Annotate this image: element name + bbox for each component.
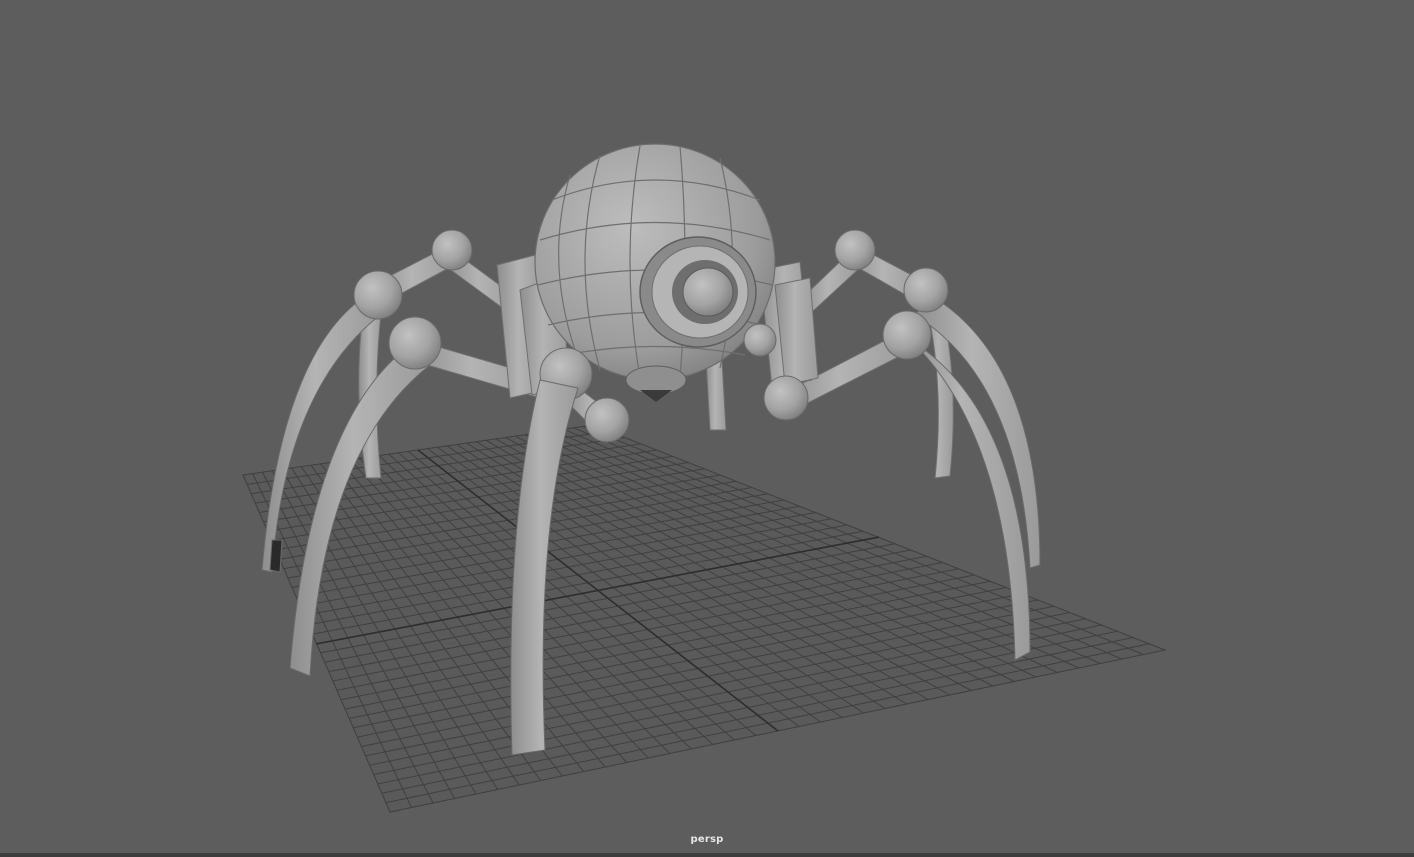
perspective-viewport[interactable]: persp bbox=[0, 0, 1414, 857]
lens-eye bbox=[639, 236, 757, 348]
scene-canvas[interactable] bbox=[0, 0, 1414, 857]
viewport-bottom-border bbox=[0, 853, 1414, 857]
camera-name-label: persp bbox=[690, 834, 724, 845]
